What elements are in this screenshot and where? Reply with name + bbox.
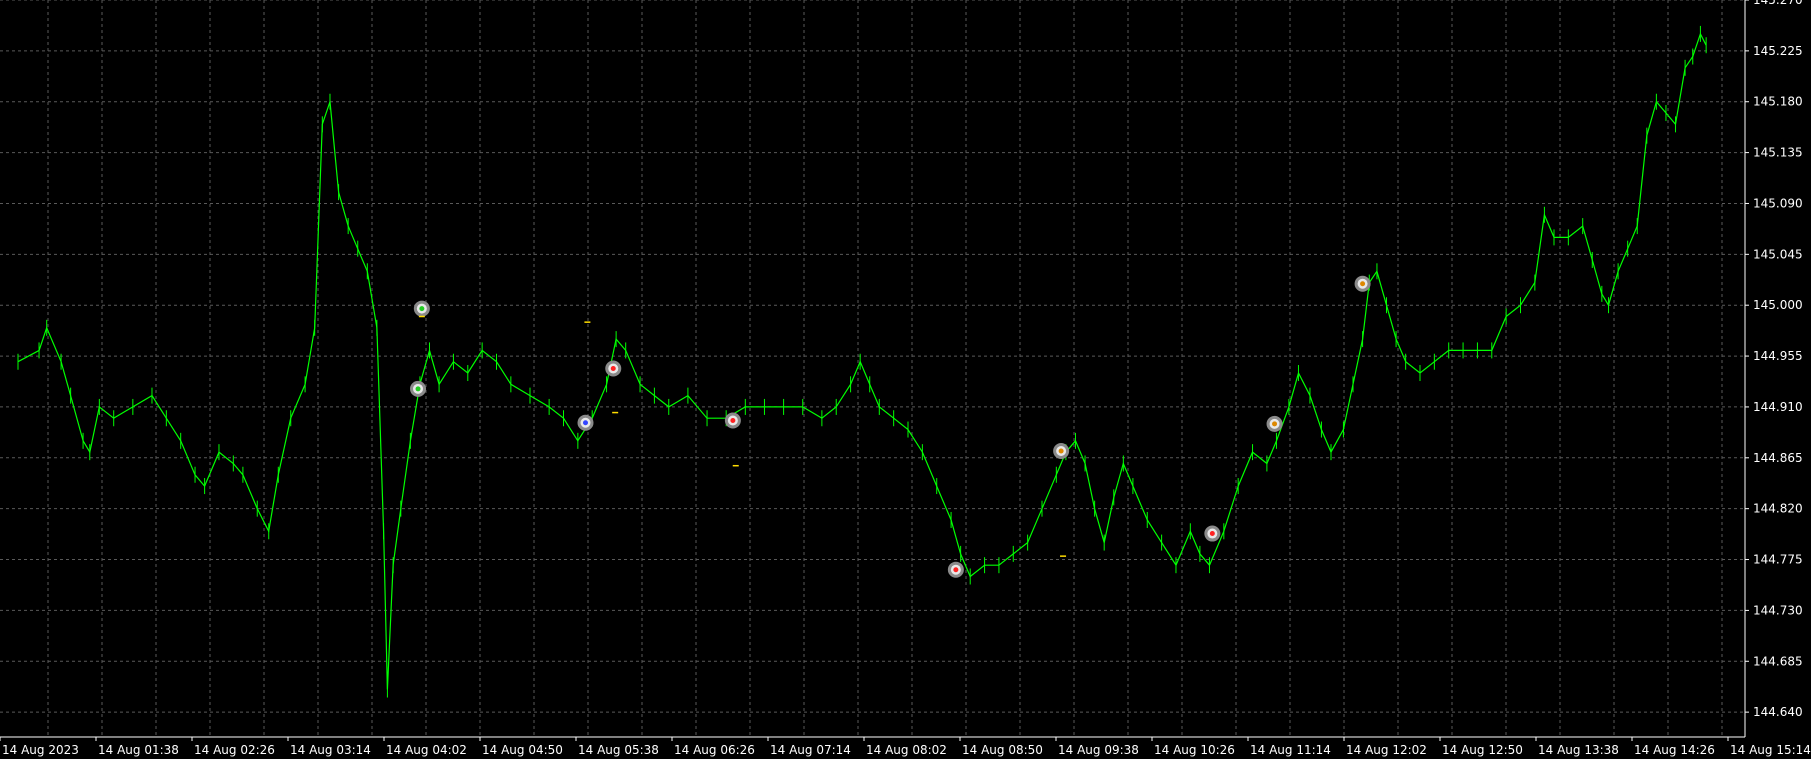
price-series — [17, 25, 1707, 698]
x-tick-label: 14 Aug 05:38 — [578, 743, 659, 757]
x-tick-label: 14 Aug 08:02 — [866, 743, 947, 757]
y-tick-label: 144.865 — [1753, 451, 1803, 465]
y-tick-label: 144.640 — [1753, 705, 1803, 719]
y-tick-label: 144.685 — [1753, 654, 1803, 668]
x-tick-label: 14 Aug 04:02 — [386, 743, 467, 757]
trade-marker — [577, 414, 594, 431]
trade-marker — [724, 412, 741, 429]
y-tick-label: 145.270 — [1753, 0, 1803, 7]
x-tick-label: 14 Aug 08:50 — [962, 743, 1043, 757]
trade-marker — [413, 300, 430, 317]
x-tick-label: 14 Aug 14:26 — [1634, 743, 1715, 757]
y-tick-label: 145.135 — [1753, 146, 1803, 160]
x-tick-label: 14 Aug 12:02 — [1346, 743, 1427, 757]
x-tick-label: 14 Aug 07:14 — [770, 743, 851, 757]
x-tick-label: 14 Aug 13:38 — [1538, 743, 1619, 757]
x-tick-label: 14 Aug 09:38 — [1058, 743, 1139, 757]
price-chart: 145.270 145.225 145.180 145.135 145.090 145.0… — [0, 0, 1811, 759]
grid — [0, 0, 1745, 737]
y-tick-label: 144.775 — [1753, 553, 1803, 567]
y-tick-label: 145.090 — [1753, 196, 1803, 210]
y-tick-label: 144.820 — [1753, 502, 1803, 516]
axes: 145.270 145.225 145.180 145.135 145.090 145.0… — [0, 0, 1811, 757]
x-tick-label: 14 Aug 11:14 — [1250, 743, 1331, 757]
x-tick-label: 14 Aug 03:14 — [290, 743, 371, 757]
x-tick-label: 14 Aug 2023 — [2, 743, 79, 757]
x-tick-label: 14 Aug 06:26 — [674, 743, 755, 757]
chart-canvas: 145.270 145.225 145.180 145.135 145.090 145.0… — [0, 0, 1811, 757]
x-tick-label: 14 Aug 02:26 — [194, 743, 275, 757]
y-tick-label: 145.225 — [1753, 44, 1803, 58]
y-tick-label: 144.910 — [1753, 400, 1803, 414]
x-tick-label: 14 Aug 01:38 — [98, 743, 179, 757]
y-tick-label: 145.045 — [1753, 247, 1803, 261]
y-tick-label: 144.955 — [1753, 349, 1803, 363]
x-tick-label: 14 Aug 10:26 — [1154, 743, 1235, 757]
x-tick-label: 14 Aug 15:14 — [1730, 743, 1811, 757]
trade-marker — [1053, 443, 1070, 460]
trade-marker — [1266, 415, 1283, 432]
x-tick-label: 14 Aug 12:50 — [1442, 743, 1523, 757]
y-tick-label: 145.180 — [1753, 95, 1803, 109]
trade-marker — [410, 380, 427, 397]
y-tick-label: 145.000 — [1753, 298, 1803, 312]
trade-marker — [605, 360, 622, 377]
trade-marker — [1354, 275, 1371, 292]
series-line — [17, 32, 1707, 690]
y-tick-label: 144.730 — [1753, 603, 1803, 617]
x-tick-label: 14 Aug 04:50 — [482, 743, 563, 757]
trade-markers — [410, 275, 1371, 578]
trade-marker — [947, 561, 964, 578]
trade-marker — [1204, 525, 1221, 542]
